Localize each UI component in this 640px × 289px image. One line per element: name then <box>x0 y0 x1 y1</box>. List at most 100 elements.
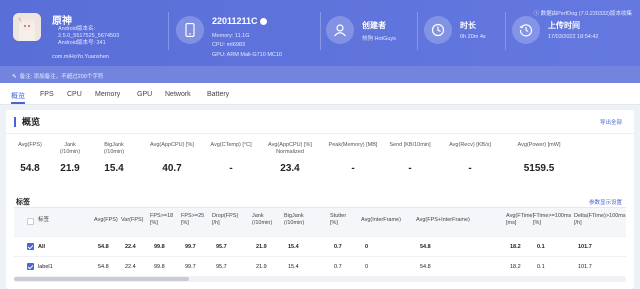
column-header[interactable]: Avg(FPS+InterFrame) <box>416 217 470 224</box>
device-memory: Memory: 11.1G <box>212 33 250 39</box>
active-tab-indicator <box>11 102 25 104</box>
checkbox-icon[interactable] <box>27 243 34 250</box>
stat-label: Avg(CTemp) [°C] <box>210 142 252 148</box>
stat-label: Avg(AppCPU) [%] <box>150 142 194 148</box>
header-divider <box>417 12 418 50</box>
stat-value: 21.9 <box>60 163 80 174</box>
tab-fps[interactable]: FPS <box>40 91 54 98</box>
stat-value: 5159.5 <box>523 163 555 174</box>
device-model-text: 22011211C <box>212 16 258 26</box>
note-input[interactable]: ✎ 备注: 添加备注，不超过200个字符 <box>0 66 640 83</box>
horizontal-scrollbar[interactable] <box>14 276 626 282</box>
app-version-name: 2.5.0_5517525_5674503 <box>58 33 120 39</box>
tab-network[interactable]: Network <box>165 91 191 98</box>
export-all-link[interactable]: 导出全部 <box>600 118 622 126</box>
stat-value: 23.4 <box>280 163 300 174</box>
table-header: 标签 Avg(FPS) Var(FPS) FPS>=18 [%] FPS>=25 [%]… <box>14 208 626 236</box>
column-header[interactable]: BigJank (/10min) <box>284 213 304 226</box>
scrollbar-thumb[interactable] <box>14 277 189 281</box>
app-name: 原神 <box>52 16 72 27</box>
duration-value: 0h 20m 4s <box>460 34 486 40</box>
table-cell: 0 <box>365 264 369 270</box>
table-cell: 99.7 <box>185 244 196 250</box>
note-placeholder: 备注: 添加备注，不超过200个字符 <box>19 74 104 80</box>
stat-label: Avg(Power) [mW] <box>517 142 561 148</box>
stat-value: - <box>468 163 472 174</box>
table-row[interactable]: All 54.8 22.4 99.8 99.7 95.7 21.9 15.4 0.7 0 54.8 1… <box>14 236 626 256</box>
creator-title: 创建者 <box>362 21 386 30</box>
param-settings-link[interactable]: 参数显示设置 <box>589 198 622 206</box>
table-row[interactable]: label1 54.8 22.4 99.8 99.7 95.7 21.9 15.4 0.7 0 54… <box>14 256 626 275</box>
table-cell: 101.7 <box>578 244 592 250</box>
app-version-code: Android版本号: 341 <box>58 40 106 46</box>
tab-bar: 概览 FPS CPU Memory GPU Network Battery <box>0 83 640 105</box>
checkbox-icon[interactable] <box>27 263 34 270</box>
column-header[interactable]: Jank (/10min) <box>252 213 272 226</box>
creator-value: 热狗 HotGuys <box>362 36 396 42</box>
table-cell: 0.7 <box>334 264 342 270</box>
table-cell: 0 <box>365 244 369 250</box>
tab-memory[interactable]: Memory <box>95 91 120 98</box>
app-icon <box>13 13 41 41</box>
stat-label: Jank (/10min) <box>59 142 81 155</box>
header-divider <box>320 12 321 50</box>
row-label: label1 <box>38 264 53 270</box>
stat-label: Peak(Memory) [MB] <box>328 142 378 148</box>
column-header[interactable]: FPS>=18 [%] <box>150 213 173 226</box>
table-cell: 22.4 <box>125 244 136 250</box>
app-package: com.miHoYo.Yuanshen <box>52 54 109 60</box>
overview-panel: 概览 导出全部 Avg(FPS) 54.8 Jank (/10min) 21.9 Big… <box>6 110 634 289</box>
column-header[interactable]: Var(FPS) <box>121 217 144 224</box>
table-cell: 15.4 <box>288 264 299 270</box>
table-cell: 95.7 <box>216 264 227 270</box>
table-cell: 15.4 <box>288 244 299 250</box>
stat-value: - <box>229 163 233 174</box>
column-header[interactable]: Avg(FTime) [ms] <box>506 213 534 226</box>
device-cpu: CPU: mt6983 <box>212 42 246 48</box>
app-version-label: Android版本名: <box>58 26 95 32</box>
table-cell: 54.8 <box>98 244 109 250</box>
column-header[interactable]: Avg(FPS) <box>94 217 118 224</box>
duration-card: 时长 0h 20m 4s <box>424 7 504 57</box>
table-cell: 101.7 <box>578 264 592 270</box>
tab-gpu[interactable]: GPU <box>137 91 152 98</box>
table-cell: 21.9 <box>256 264 267 270</box>
select-all-checkbox[interactable] <box>27 218 34 225</box>
column-header[interactable]: FPS>=25 [%] <box>181 213 204 226</box>
clock-icon <box>424 16 452 44</box>
tab-battery[interactable]: Battery <box>207 91 229 98</box>
user-icon <box>326 16 354 44</box>
row-label: All <box>38 244 46 250</box>
column-header[interactable]: 标签 <box>38 217 49 224</box>
creator-card: 创建者 热狗 HotGuys <box>326 7 416 57</box>
report-header: 原神 Android版本名: 2.5.0_5517525_5674503 And… <box>0 0 640 66</box>
edit-icon[interactable] <box>260 18 268 26</box>
column-header[interactable]: FTime>=100ms [%] <box>533 213 571 226</box>
labels-table: 标签 Avg(FPS) Var(FPS) FPS>=18 [%] FPS>=25 [%]… <box>14 207 626 275</box>
column-header[interactable]: Avg(InterFrame) <box>361 217 401 224</box>
stat-value: - <box>408 163 412 174</box>
labels-title: 标签 <box>16 199 30 206</box>
collector-note: ⓘ 数据由PerfDog (7.0.220332)版本收集 <box>533 11 632 17</box>
stat-value: 54.8 <box>20 163 40 174</box>
table-cell: 0.7 <box>334 244 342 250</box>
table-cell: 95.7 <box>216 244 227 250</box>
duration-title: 时长 <box>460 21 476 30</box>
column-header[interactable]: Delta(FTime)>100ms [/h] <box>574 213 626 226</box>
upload-value: 17/03/2022 18:54:42 <box>548 34 599 40</box>
table-cell: 0.1 <box>537 244 545 250</box>
stat-label: Avg(AppCPU) [%] Normalized <box>268 142 312 155</box>
table-cell: 18.2 <box>510 264 521 270</box>
phone-icon <box>176 16 204 44</box>
stat-value: 40.7 <box>162 163 182 174</box>
header-divider <box>168 12 169 50</box>
table-cell: 0.1 <box>537 264 545 270</box>
column-header[interactable]: Drop(FPS) [/h] <box>212 213 238 226</box>
tab-overview[interactable]: 概览 <box>11 91 25 101</box>
stat-label: Avg(FPS) <box>18 142 42 148</box>
column-header[interactable]: Stutter [%] <box>330 213 346 226</box>
device-model: 22011211C <box>212 16 268 26</box>
panel-divider <box>6 133 634 134</box>
upload-title: 上传时间 <box>548 21 580 30</box>
tab-cpu[interactable]: CPU <box>67 91 82 98</box>
